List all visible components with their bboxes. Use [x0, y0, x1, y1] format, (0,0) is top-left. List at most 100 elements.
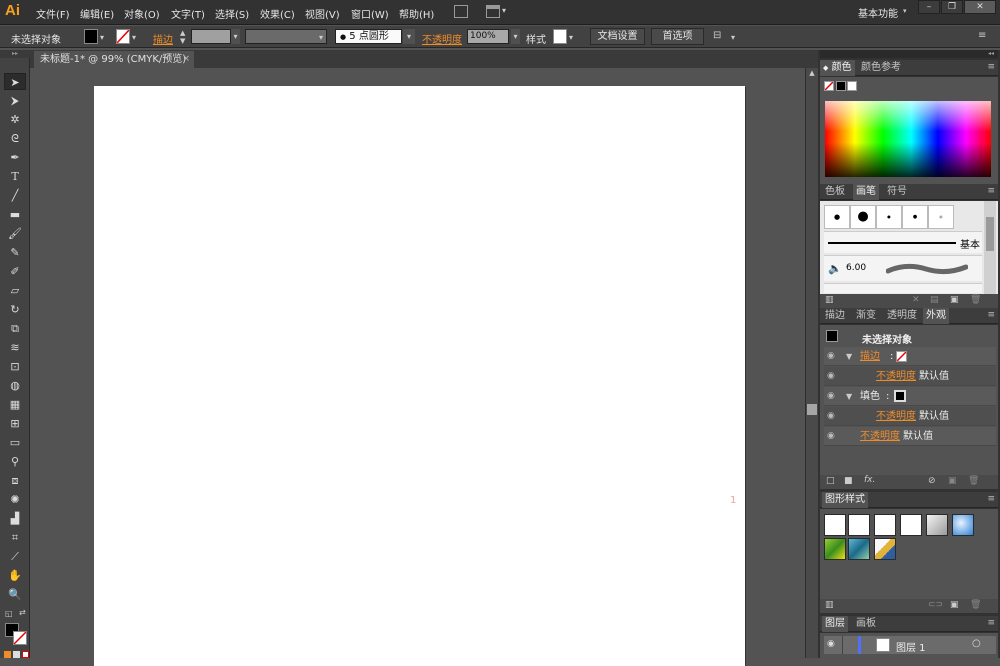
menu-window[interactable]: 窗口(W) — [351, 6, 389, 21]
appearance-panel-menu-icon[interactable]: ≡ — [987, 310, 995, 320]
new-graphic-style-icon[interactable]: ▣ — [950, 600, 959, 610]
brush-dot-small[interactable]: ● — [824, 205, 850, 229]
slice-tool-icon[interactable]: ⟋ — [4, 548, 26, 565]
close-button[interactable]: ✕ — [964, 0, 996, 14]
eyedropper-tool-icon[interactable]: ⚲ — [4, 453, 26, 470]
none-swatch[interactable] — [824, 81, 834, 91]
stroke-weight-input[interactable] — [191, 29, 231, 44]
remove-brush-stroke-icon[interactable]: ✕ — [912, 295, 920, 305]
graphic-styles-panel-menu-icon[interactable]: ≡ — [987, 494, 995, 504]
graphic-style-none-fill[interactable] — [848, 514, 870, 536]
stroke-color-box[interactable] — [13, 631, 27, 645]
layer-target-icon[interactable]: ○ — [972, 638, 981, 649]
variable-width-profile[interactable] — [245, 29, 327, 44]
art-brush-row[interactable]: 🔈 6.00 — [824, 255, 982, 281]
tab-swatches[interactable]: 色板 — [822, 184, 848, 200]
graphic-style-swatch[interactable] — [553, 29, 567, 44]
tab-appearance[interactable]: 外观 — [923, 308, 949, 324]
tab-stroke[interactable]: 描边 — [822, 308, 848, 324]
scale-tool-icon[interactable]: ⧉ — [4, 320, 26, 337]
stroke-weight-dropdown-icon[interactable]: ▾ — [231, 29, 240, 44]
brush-row-partial[interactable] — [824, 283, 982, 293]
brush-dot-mini[interactable]: ● — [902, 205, 928, 229]
add-effect-icon[interactable]: fx. — [864, 475, 875, 485]
vertical-scrollbar[interactable]: ▲ — [805, 68, 818, 658]
brush-definition[interactable]: ● 5 点圆形 — [335, 29, 402, 44]
fill-opacity-label[interactable]: 不透明度 — [876, 407, 916, 426]
dock-collapse-icon[interactable]: ◂◂ — [820, 50, 998, 58]
preferences-button[interactable]: 首选项 — [651, 28, 704, 45]
zoom-tool-icon[interactable]: 🔍 — [4, 586, 26, 603]
none-mode-icon[interactable] — [22, 651, 29, 658]
document-setup-button[interactable]: 文档设置 — [590, 28, 645, 45]
add-fill-icon[interactable]: ■ — [844, 476, 853, 486]
graphic-style-default[interactable] — [824, 514, 846, 536]
graphic-style-libraries-icon[interactable]: ▥ — [825, 600, 834, 610]
control-bar-menu-icon[interactable]: ≡ — [978, 30, 986, 41]
brush-dot-tiny[interactable]: ● — [876, 205, 902, 229]
appearance-opacity-row[interactable]: ◉ 不透明度 默认值 — [824, 427, 996, 446]
menu-file[interactable]: 文件(F) — [36, 6, 70, 21]
symbol-sprayer-tool-icon[interactable]: ✺ — [4, 491, 26, 508]
delete-brush-icon[interactable]: 🗑 — [970, 295, 981, 305]
fill-dropdown-icon[interactable]: ▾ — [100, 33, 104, 42]
rectangle-tool-icon[interactable]: ▬ — [4, 206, 26, 223]
magic-wand-tool-icon[interactable]: ✲ — [4, 111, 26, 128]
blob-brush-tool-icon[interactable]: ✐ — [4, 263, 26, 280]
minimize-button[interactable]: – — [918, 0, 940, 14]
blend-tool-icon[interactable]: ⧈ — [4, 472, 26, 489]
clear-appearance-icon[interactable]: ⊘ — [928, 476, 936, 486]
align-dropdown-icon[interactable]: ▾ — [731, 33, 735, 42]
tab-color-guide[interactable]: 颜色参考 — [858, 60, 904, 76]
color-panel-menu-icon[interactable]: ≡ — [987, 62, 995, 72]
selection-tool-icon[interactable]: ➤ — [4, 73, 26, 90]
workspace-switcher[interactable]: 基本功能 — [858, 5, 898, 20]
menu-help[interactable]: 帮助(H) — [399, 6, 434, 21]
canvas-area[interactable]: 1 — [31, 68, 805, 666]
tab-graphic-styles[interactable]: 图形样式 — [822, 492, 868, 508]
pen-tool-icon[interactable]: ✒ — [4, 149, 26, 166]
delete-item-icon[interactable]: 🗑 — [968, 476, 979, 486]
stroke-color-swatch[interactable] — [116, 29, 130, 44]
stroke-dropdown-icon[interactable]: ▾ — [132, 33, 136, 42]
warp-tool-icon[interactable]: ≋ — [4, 339, 26, 356]
paintbrush-tool-icon[interactable]: 🖌 — [4, 225, 26, 242]
lasso-tool-icon[interactable]: ᘓ — [4, 130, 26, 147]
new-brush-icon[interactable]: ▣ — [950, 295, 959, 305]
appearance-stroke-row[interactable]: ◉ ▼ 描边 : — [824, 347, 996, 366]
gradient-tool-icon[interactable]: ▭ — [4, 434, 26, 451]
close-tab-icon[interactable]: × — [182, 51, 190, 68]
menu-effect[interactable]: 效果(C) — [260, 6, 295, 21]
layers-panel-menu-icon[interactable]: ≡ — [987, 618, 995, 628]
black-swatch[interactable] — [836, 81, 846, 91]
brushes-panel-menu-icon[interactable]: ≡ — [987, 186, 995, 196]
profile-dropdown-icon[interactable]: ▾ — [319, 33, 323, 42]
disclosure-triangle-icon[interactable]: ▼ — [846, 387, 852, 406]
fill-color-swatch[interactable] — [84, 29, 98, 44]
opacity-label[interactable]: 不透明度 — [422, 31, 462, 46]
basic-brush-row[interactable]: 基本 — [824, 231, 982, 253]
graphic-style-gold-blue[interactable] — [874, 538, 896, 560]
opacity-input[interactable]: 100% — [467, 29, 509, 44]
arrange-documents-icon[interactable] — [486, 5, 500, 18]
duplicate-item-icon[interactable]: ▣ — [948, 476, 957, 486]
type-tool-icon[interactable]: T — [4, 168, 26, 185]
brush-libraries-icon[interactable]: ▥ — [825, 295, 834, 305]
appearance-stroke-label[interactable]: 描边 — [860, 347, 880, 366]
color-spectrum[interactable] — [825, 101, 991, 177]
menu-view[interactable]: 视图(V) — [305, 6, 340, 21]
stroke-label[interactable]: 描边 — [153, 31, 173, 46]
tab-layers[interactable]: 图层 — [822, 616, 848, 632]
object-opacity-label[interactable]: 不透明度 — [860, 427, 900, 446]
default-colors-icon[interactable]: ◱ — [5, 609, 13, 618]
brush-dot-large[interactable]: ● — [850, 205, 876, 229]
eye-icon[interactable]: ◉ — [827, 387, 835, 406]
color-mode-icon[interactable] — [4, 651, 11, 658]
graphic-style-multi[interactable] — [900, 514, 922, 536]
swap-colors-icon[interactable]: ⇄ — [19, 608, 26, 617]
brush-dropdown-icon[interactable]: ▾ — [403, 29, 415, 44]
stroke-opacity-label[interactable]: 不透明度 — [876, 367, 916, 386]
line-tool-icon[interactable]: ╱ — [4, 187, 26, 204]
tab-symbols[interactable]: 符号 — [884, 184, 910, 200]
workspace-chevron-icon[interactable]: ▾ — [903, 7, 907, 15]
